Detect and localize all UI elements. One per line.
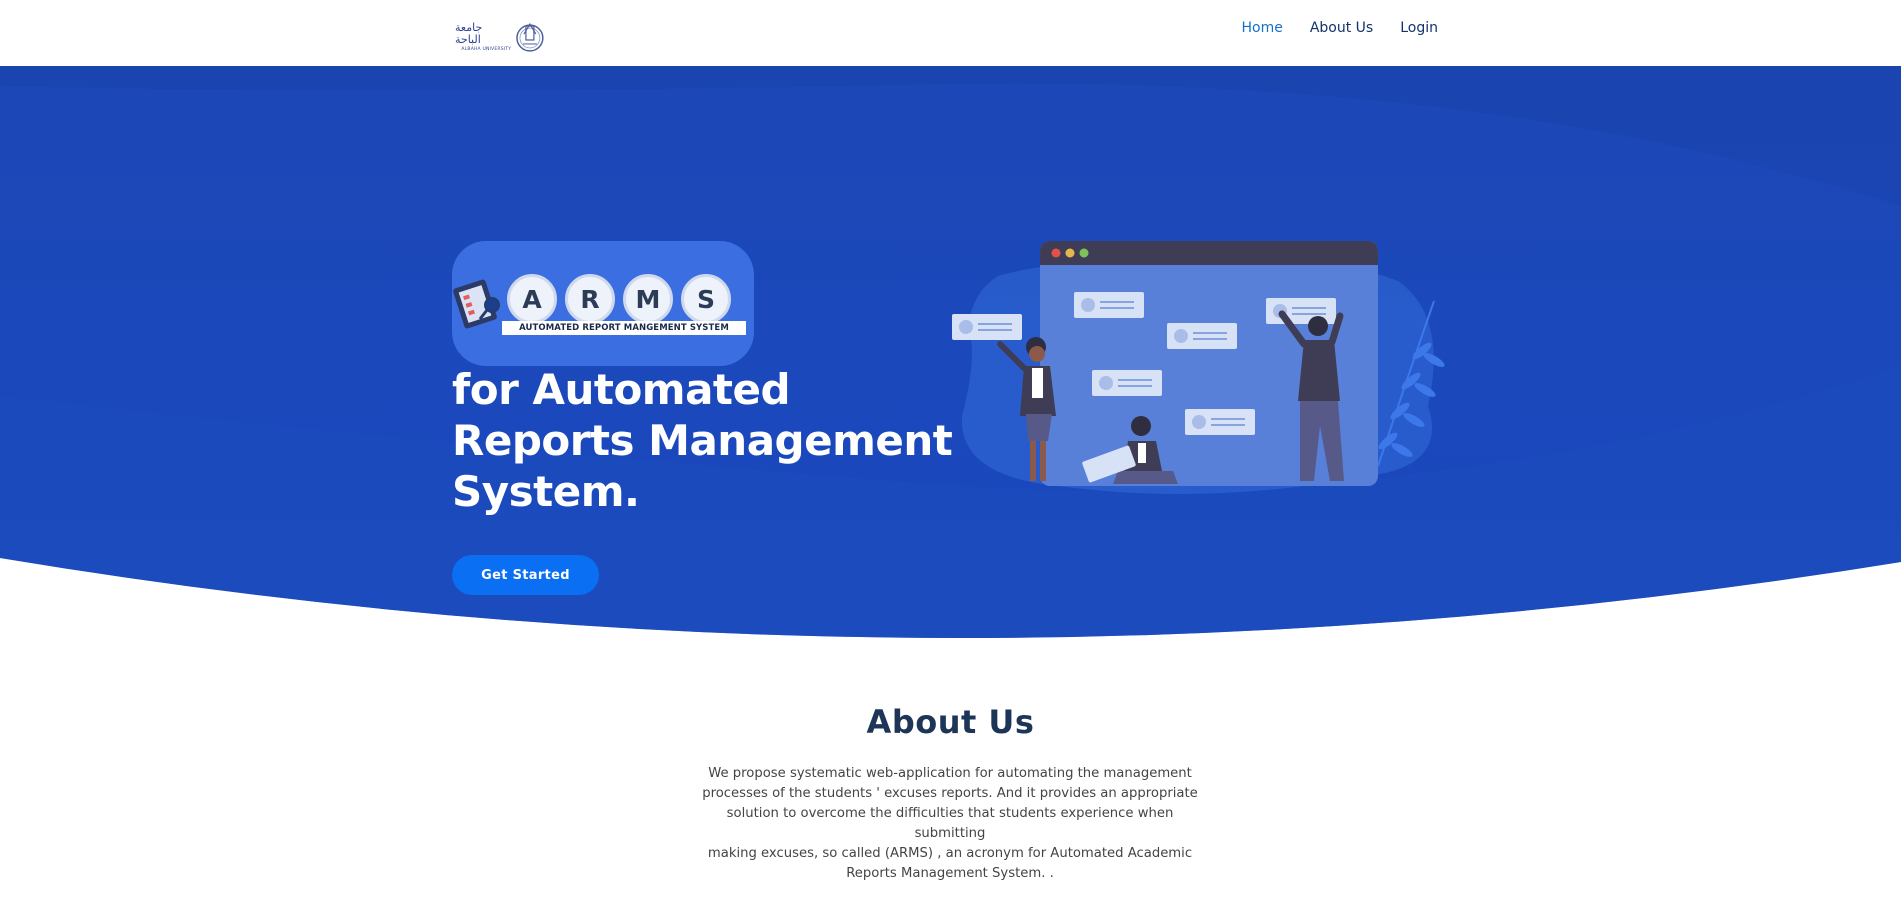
logo-tagline: AUTOMATED REPORT MANGEMENT SYSTEM	[502, 321, 746, 335]
get-started-button[interactable]: Get Started	[452, 555, 599, 595]
about-line-4: making excuses, so called (ARMS) , an ac…	[707, 846, 1193, 861]
brand-text: جامعة الباحة ALBAHA UNIVERSITY	[455, 20, 512, 53]
main-nav: Home About Us Login	[1241, 20, 1438, 36]
logo-letter-s: S	[681, 274, 731, 324]
hero-title-line-3: System.	[452, 467, 640, 516]
hero-title-line-1: for Automated	[452, 365, 791, 414]
about-description: We propose systematic web-application fo…	[700, 764, 1200, 884]
hero-title-line-2: Reports Management	[452, 416, 953, 465]
team-board-illustration	[952, 241, 1445, 494]
hero-section: A R M S AUTOMATED REPORT MANGEMENT SYSTE…	[0, 66, 1901, 666]
about-title: About Us	[866, 703, 1035, 741]
brand-arabic-name: جامعة الباحة	[455, 20, 483, 46]
brand-english-name: ALBAHA UNIVERSITY	[461, 46, 512, 52]
university-logo[interactable]: جامعة الباحة ALBAHA UNIVERSITY	[455, 18, 545, 56]
arms-logo: A R M S AUTOMATED REPORT MANGEMENT SYSTE…	[452, 241, 754, 366]
university-seal-icon	[516, 22, 544, 52]
about-line-1: We propose systematic web-application fo…	[708, 766, 1192, 781]
about-line-2: processes of the students ' excuses repo…	[702, 786, 1198, 801]
nav-about-link[interactable]: About Us	[1310, 20, 1373, 36]
hero-title: for Automated Reports Management System.	[452, 364, 972, 517]
about-line-5: Reports Management System. .	[846, 866, 1054, 881]
logo-letter-m: M	[623, 274, 673, 324]
nav-home-link[interactable]: Home	[1241, 20, 1282, 36]
logo-letter-a: A	[507, 274, 557, 324]
about-line-3: solution to overcome the difficulties th…	[726, 806, 1174, 841]
nav-login-link[interactable]: Login	[1400, 20, 1438, 36]
site-header: جامعة الباحة ALBAHA UNIVERSITY Home Abou…	[0, 0, 1901, 66]
clipboard-icon	[453, 279, 500, 329]
logo-letter-r: R	[565, 274, 615, 324]
